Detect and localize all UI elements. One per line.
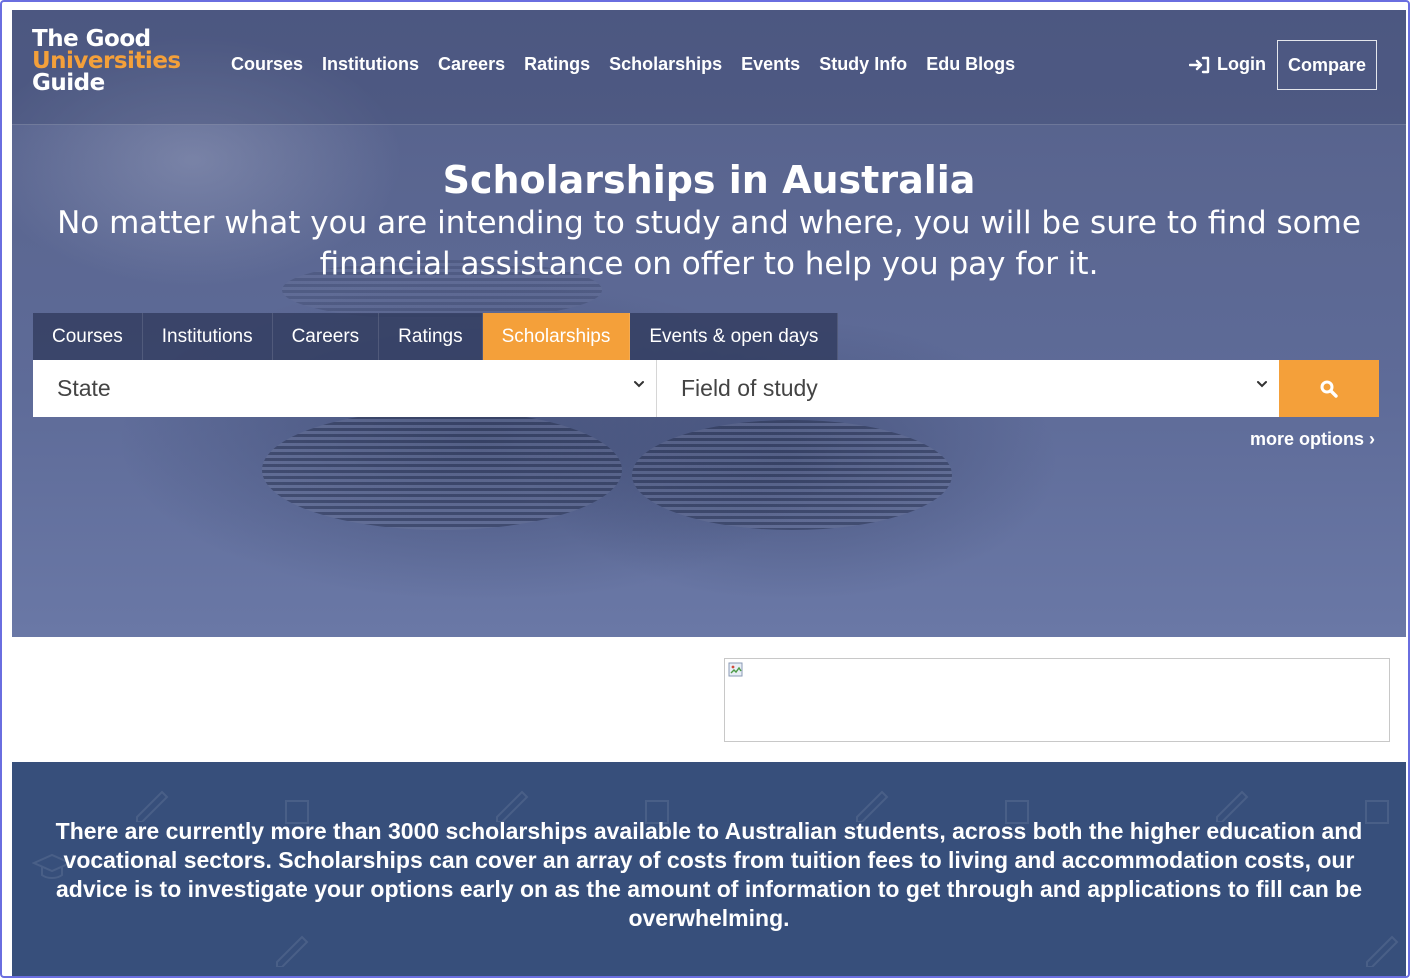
pencil-icon — [1216, 790, 1249, 822]
more-options-link[interactable]: more options › — [1250, 429, 1375, 450]
nav-events[interactable]: Events — [741, 54, 800, 75]
main-menu: Courses Institutions Careers Ratings Sch… — [231, 54, 1034, 75]
scholarships-intro-text: There are currently more than 3000 schol… — [55, 818, 1363, 931]
nav-ratings[interactable]: Ratings — [524, 54, 590, 75]
hero-section: The Good Universities Guide Courses Inst… — [12, 10, 1406, 637]
login-label: Login — [1217, 54, 1266, 74]
top-navigation: The Good Universities Guide Courses Inst… — [12, 10, 1406, 125]
book-icon — [1365, 800, 1389, 824]
chevron-down-icon — [634, 381, 644, 388]
search-tabs: Courses Institutions Careers Ratings Sch… — [33, 313, 839, 360]
field-select-value: Field of study — [681, 375, 818, 401]
state-select-value: State — [57, 375, 111, 401]
tab-ratings[interactable]: Ratings — [379, 313, 483, 360]
chevron-down-icon — [1257, 381, 1267, 388]
logo-line-2: Universities — [32, 48, 181, 74]
logo-line-1: The Good — [32, 26, 151, 52]
search-icon — [1320, 380, 1338, 398]
state-select[interactable]: State — [33, 360, 657, 417]
search-bar: State Field of study — [33, 360, 1379, 417]
pencil-icon — [136, 790, 169, 822]
tab-events-open-days[interactable]: Events & open days — [630, 313, 839, 360]
page-subtitle: No matter what you are intending to stud… — [57, 205, 1361, 282]
nav-scholarships[interactable]: Scholarships — [609, 54, 722, 75]
coin-stack-decoration — [262, 410, 622, 530]
nav-courses[interactable]: Courses — [231, 54, 303, 75]
browser-frame: The Good Universities Guide Courses Inst… — [0, 0, 1410, 978]
site-logo[interactable]: The Good Universities Guide — [32, 26, 181, 96]
ad-banner[interactable] — [724, 658, 1390, 742]
tab-institutions[interactable]: Institutions — [142, 313, 273, 360]
search-button[interactable] — [1279, 360, 1379, 417]
pencil-icon — [856, 790, 889, 822]
compare-button[interactable]: Compare — [1277, 40, 1377, 90]
pencil-icon — [496, 790, 529, 822]
broken-image-icon — [728, 662, 743, 677]
tab-courses[interactable]: Courses — [33, 313, 143, 360]
nav-careers[interactable]: Careers — [438, 54, 505, 75]
nav-edu-blogs[interactable]: Edu Blogs — [926, 54, 1015, 75]
login-link[interactable]: Login — [1189, 54, 1266, 75]
info-section: There are currently more than 3000 schol… — [12, 762, 1406, 976]
pencil-icon — [1366, 935, 1399, 967]
field-of-study-select[interactable]: Field of study — [657, 360, 1279, 417]
nav-study-info[interactable]: Study Info — [819, 54, 907, 75]
nav-institutions[interactable]: Institutions — [322, 54, 419, 75]
logo-line-3: Guide — [32, 70, 105, 96]
page-title: Scholarships in Australia — [442, 158, 976, 202]
coin-stack-decoration — [632, 420, 952, 530]
sign-in-icon — [1189, 56, 1210, 73]
pencil-icon — [276, 935, 309, 967]
ad-strip — [12, 637, 1406, 762]
tab-careers[interactable]: Careers — [272, 313, 380, 360]
tab-scholarships[interactable]: Scholarships — [482, 313, 631, 360]
